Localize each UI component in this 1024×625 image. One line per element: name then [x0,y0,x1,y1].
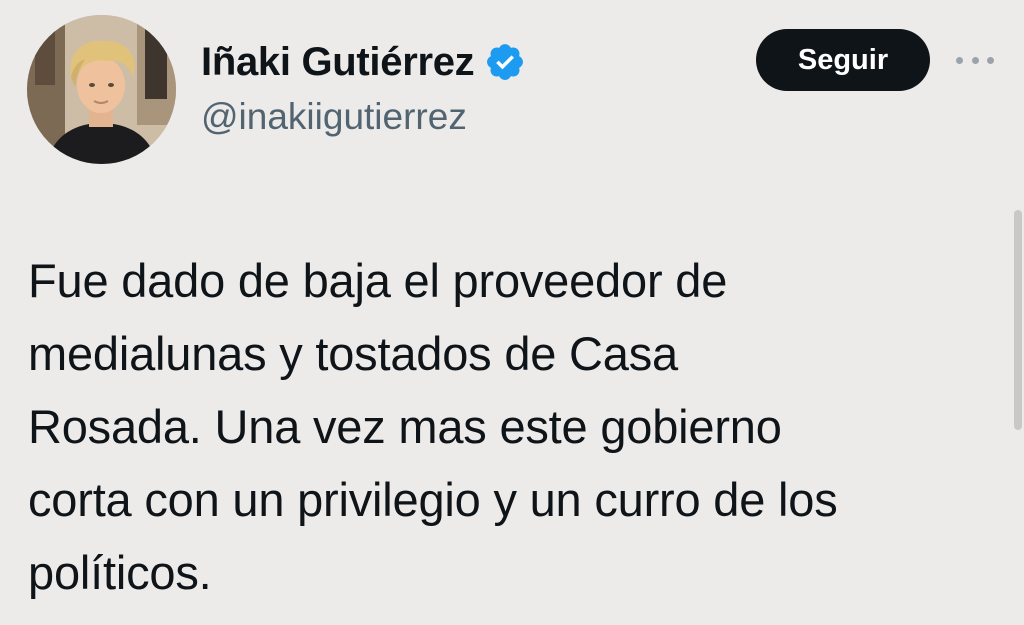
tweet-text-line: Fue dado de baja el proveedor de [28,254,728,307]
tweet-card: Iñaki Gutiérrez @inakiigutierrez Seguir … [0,0,1024,625]
tweet-text-line: medialunas y tostados de Casa [28,327,678,380]
follow-button[interactable]: Seguir [756,29,930,91]
tweet-text: Fue dado de baja el proveedor de medialu… [28,244,1008,609]
more-dot [987,56,994,64]
avatar[interactable] [27,15,176,164]
profile-photo [27,15,176,164]
more-options-icon[interactable] [956,50,994,70]
user-handle[interactable]: @inakiigutierrez [201,96,467,138]
display-name-row: Iñaki Gutiérrez [201,38,526,86]
tweet-text-line: Rosada. Una vez mas este gobierno [28,400,782,453]
display-name[interactable]: Iñaki Gutiérrez [201,40,475,85]
more-dot [956,56,963,64]
tweet-text-line: corta con un privilegio y un curro de lo… [28,473,838,526]
verified-badge-icon [484,41,526,83]
more-dot [971,56,979,64]
scrollbar[interactable] [1014,210,1022,430]
tweet-text-line: políticos. [28,546,212,599]
